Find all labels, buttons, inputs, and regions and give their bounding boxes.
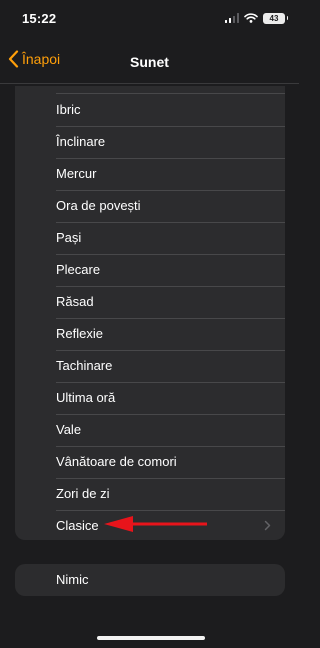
sound-item-label: Înclinare	[56, 134, 106, 149]
sound-item-label: Răsad	[56, 294, 94, 309]
chevron-right-icon	[264, 520, 271, 531]
classics-item-label: Clasice	[56, 518, 99, 533]
none-group: Nimic	[15, 564, 285, 596]
sound-item-ultima-ora[interactable]: Ultima oră	[15, 382, 285, 414]
none-option[interactable]: Nimic	[15, 564, 285, 596]
page-title: Sunet	[130, 54, 169, 70]
sound-item-reflexie[interactable]: Reflexie	[15, 318, 285, 350]
sound-item-vanatoare-de-comori[interactable]: Vânătoare de comori	[15, 446, 285, 478]
none-option-label: Nimic	[56, 572, 89, 587]
sound-list: Ibric Înclinare Mercur Ora de povești Pa…	[15, 86, 285, 540]
sound-item-label: Ibric	[56, 102, 81, 117]
status-bar: 15:22 43	[0, 0, 299, 40]
sound-item-pasi[interactable]: Pași	[15, 222, 285, 254]
sound-item-mercur[interactable]: Mercur	[15, 158, 285, 190]
sound-item-vale[interactable]: Vale	[15, 414, 285, 446]
sound-item-zori-de-zi[interactable]: Zori de zi	[15, 478, 285, 510]
navigation-bar: Înapoi Sunet	[0, 40, 299, 84]
sound-item-label: Mercur	[56, 166, 97, 181]
sound-item-label: Reflexie	[56, 326, 103, 341]
sound-item-ibric[interactable]: Ibric	[15, 94, 285, 126]
status-time: 15:22	[22, 11, 57, 26]
sound-item-rasad[interactable]: Răsad	[15, 286, 285, 318]
sound-item-label: Pași	[56, 230, 82, 245]
annotation-arrow-icon	[104, 516, 207, 532]
sound-item-label: Tachinare	[56, 358, 113, 373]
sound-item-plecare[interactable]: Plecare	[15, 254, 285, 286]
battery-icon: 43	[263, 12, 288, 24]
sound-item-label: Zori de zi	[56, 486, 110, 501]
home-indicator[interactable]	[97, 636, 205, 640]
sound-item-label: Vânătoare de comori	[56, 454, 177, 469]
sound-item-label: Ora de povești	[56, 198, 141, 213]
cellular-signal-icon	[224, 13, 239, 23]
sound-item-label: Plecare	[56, 262, 101, 277]
sound-item-label: Vale	[56, 422, 82, 437]
wifi-icon	[244, 13, 258, 23]
sound-item-tachinare[interactable]: Tachinare	[15, 350, 285, 382]
sound-item-label: Ultima oră	[56, 390, 116, 405]
sound-item-ora-de-povesti[interactable]: Ora de povești	[15, 190, 285, 222]
status-icons: 43	[224, 12, 288, 24]
sound-item-inclinare[interactable]: Înclinare	[15, 126, 285, 158]
